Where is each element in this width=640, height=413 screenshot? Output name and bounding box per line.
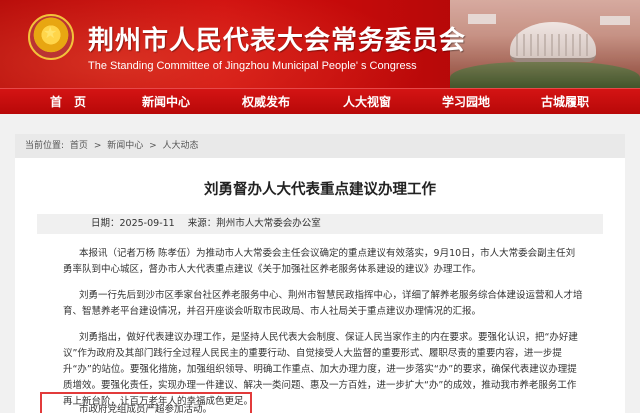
- article-date: 日期：2025-09-11: [91, 218, 175, 229]
- breadcrumb-link-news[interactable]: 新闻中心: [107, 141, 143, 151]
- star-icon: ★: [43, 23, 58, 42]
- breadcrumb-link-home[interactable]: 首页: [70, 141, 88, 151]
- banner-photo: [450, 0, 640, 88]
- site-subtitle: The Standing Committee of Jingzhou Munic…: [88, 60, 417, 72]
- site-title: 荆州市人民代表大会常务委员会: [88, 26, 467, 56]
- breadcrumb: 当前位置: 首页 > 新闻中心 > 人大动态: [15, 134, 625, 158]
- stadium-dome: [510, 22, 596, 62]
- nav-item-duties[interactable]: 古城履职: [541, 89, 589, 115]
- building: [600, 16, 630, 25]
- national-emblem-icon: ★: [28, 14, 74, 60]
- nav-item-home[interactable]: 首 页: [50, 89, 86, 115]
- article-paragraph: 刘勇一行先后到沙市区季家台社区养老服务中心、荆州市智慧民政指挥中心，详细了解养老…: [63, 290, 583, 317]
- breadcrumb-separator: >: [93, 141, 102, 151]
- article-paragraph: 本报讯（记者万杨 陈孝伍）为推动市人大常委会主任会议确定的重点建议有效落实，9月…: [63, 248, 576, 275]
- article: 刘勇督办人大代表重点建议办理工作 日期：2025-09-11 来源：荆州市人大常…: [15, 158, 625, 413]
- breadcrumb-separator: >: [149, 141, 157, 151]
- article-title: 刘勇督办人大代表重点建议办理工作: [204, 182, 436, 198]
- article-meta: 日期：2025-09-11 来源：荆州市人大常委会办公室: [37, 214, 603, 234]
- building: [468, 14, 496, 24]
- breadcrumb-prefix: 当前位置:: [25, 141, 65, 151]
- nav-item-releases[interactable]: 权威发布: [242, 89, 290, 115]
- main-nav: 首 页 新闻中心 权威发布 人大视窗 学习园地 古城履职: [0, 88, 640, 114]
- article-source: 来源：荆州市人大常委会办公室: [187, 218, 321, 229]
- highlight-annotation-box: [40, 392, 252, 413]
- header-banner: ★ 荆州市人民代表大会常务委员会 The Standing Committee …: [0, 0, 640, 88]
- nav-item-study[interactable]: 学习园地: [442, 89, 490, 115]
- breadcrumb-link-current[interactable]: 人大动态: [163, 141, 199, 151]
- nav-item-news-center[interactable]: 新闻中心: [142, 89, 190, 115]
- trees: [450, 62, 640, 88]
- nav-item-congress-window[interactable]: 人大视窗: [343, 89, 391, 115]
